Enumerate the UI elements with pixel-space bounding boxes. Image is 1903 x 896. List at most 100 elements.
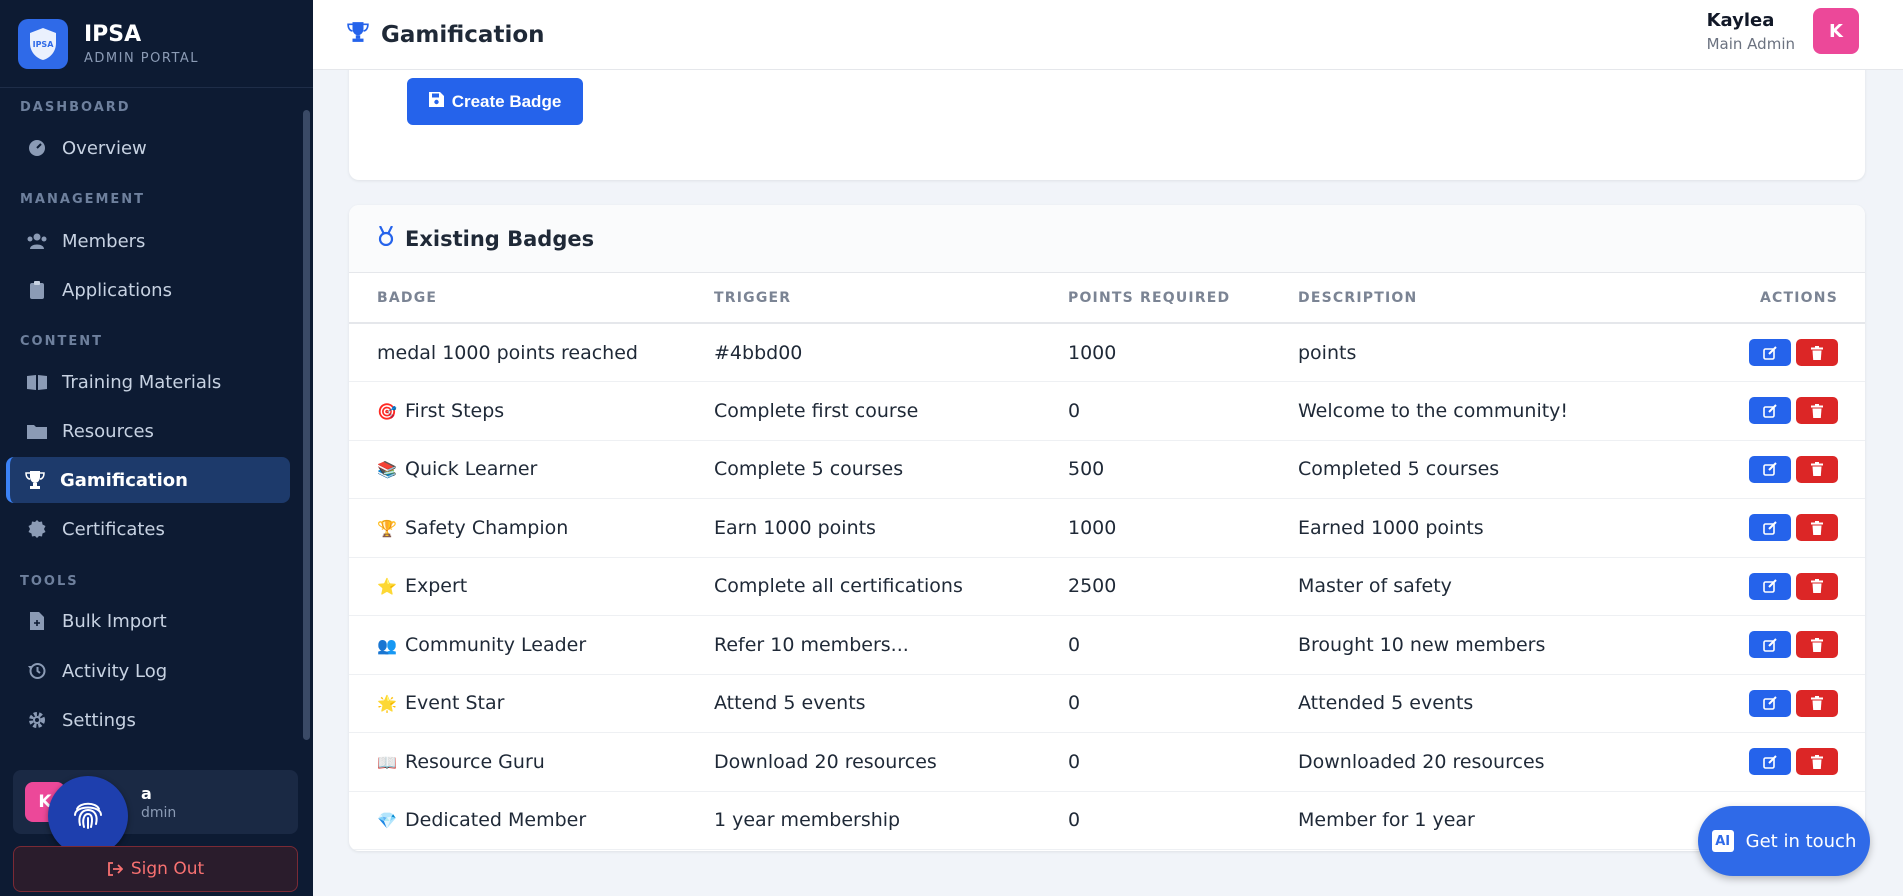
- badge-points: 0: [1068, 674, 1298, 733]
- delete-button[interactable]: [1796, 397, 1838, 425]
- badge-name: First Steps: [405, 399, 505, 422]
- badge-points: 1000: [1068, 323, 1298, 382]
- edit-icon: [1763, 404, 1777, 418]
- column-header-trigger[interactable]: TRIGGER: [714, 273, 1068, 324]
- edit-icon: [1763, 462, 1777, 477]
- sidebar-item-certificates[interactable]: Certificates: [6, 506, 290, 552]
- brand[interactable]: IPSA IPSA ADMIN PORTAL: [0, 0, 313, 88]
- table-row: 🌟 Event Star Attend 5 events 0 Attended 5…: [349, 674, 1865, 733]
- sidebar-scrollbar[interactable]: [303, 110, 310, 740]
- sidebar-item-resources[interactable]: Resources: [6, 408, 290, 454]
- fingerprint-button[interactable]: [48, 776, 128, 856]
- table-row: medal 1000 points reached #4bbd00 1000 p…: [349, 323, 1865, 382]
- delete-button[interactable]: [1796, 748, 1838, 776]
- save-icon: [428, 91, 444, 112]
- edit-icon: [1763, 638, 1777, 652]
- badges-table: BADGE TRIGGER POINTS REQUIRED DESCRIPTIO…: [349, 273, 1865, 850]
- trash-icon: [1811, 579, 1823, 594]
- badge-name: Expert: [405, 575, 468, 598]
- delete-button[interactable]: [1796, 689, 1838, 717]
- table-row: 📖 Resource Guru Download 20 resources 0 D…: [349, 732, 1865, 792]
- column-header-actions: ACTIONS: [1718, 273, 1865, 324]
- delete-button[interactable]: [1796, 339, 1838, 366]
- edit-button[interactable]: [1749, 748, 1791, 776]
- section-label-content: CONTENT: [20, 334, 103, 349]
- table-row: 🏆 Safety Champion Earn 1000 points 1000 E…: [349, 498, 1865, 558]
- sidebar-item-settings[interactable]: Settings: [6, 697, 290, 743]
- badge-emoji-icon: 📚: [377, 460, 397, 480]
- section-label-tools: TOOLS: [20, 574, 79, 589]
- sidebar-item-training-materials[interactable]: Training Materials: [6, 359, 290, 405]
- trash-icon: [1811, 345, 1823, 360]
- section-label-dashboard: DASHBOARD: [20, 100, 131, 115]
- edit-button[interactable]: [1749, 631, 1791, 659]
- edit-button[interactable]: [1749, 339, 1791, 366]
- clipboard-icon: [26, 279, 48, 301]
- sidebar-item-gamification[interactable]: Gamification: [6, 457, 290, 503]
- edit-button[interactable]: [1749, 397, 1791, 425]
- badge-trigger: Complete 5 courses: [714, 440, 1068, 499]
- edit-icon: [1763, 696, 1777, 711]
- trash-icon: [1811, 696, 1823, 711]
- badge-description: Member for 1 year: [1298, 791, 1718, 850]
- file-import-icon: [26, 610, 48, 632]
- badge-name: medal 1000 points reached: [377, 341, 638, 364]
- sidebar-item-applications[interactable]: Applications: [6, 267, 290, 313]
- edit-icon: [1763, 579, 1777, 594]
- column-header-points-required[interactable]: POINTS REQUIRED: [1068, 273, 1298, 324]
- sidebar: IPSA IPSA ADMIN PORTAL DASHBOARD Overvie…: [0, 0, 313, 896]
- sidebar-item-label: Training Materials: [62, 371, 222, 393]
- create-badge-button[interactable]: Create Badge: [407, 78, 583, 125]
- medal-icon: [377, 225, 395, 251]
- header-user-menu[interactable]: Kaylea Main Admin K: [1707, 8, 1859, 54]
- sidebar-item-members[interactable]: Members: [6, 218, 290, 264]
- badge-description: Downloaded 20 resources: [1298, 732, 1718, 792]
- sidebar-item-overview[interactable]: Overview: [6, 125, 290, 171]
- badge-name: Dedicated Member: [405, 809, 587, 832]
- badge-description: Attended 5 events: [1298, 674, 1718, 733]
- sidebar-item-label: Settings: [62, 709, 136, 731]
- badge-name: Quick Learner: [405, 458, 538, 481]
- gauge-icon: [26, 137, 48, 159]
- section-label-management: MANAGEMENT: [20, 192, 146, 207]
- edit-button[interactable]: [1749, 689, 1791, 717]
- create-badge-card: Create Badge: [349, 60, 1865, 180]
- column-header-description[interactable]: DESCRIPTION: [1298, 273, 1718, 324]
- get-in-touch-button[interactable]: AI Get in touch: [1698, 806, 1870, 876]
- badge-description: Completed 5 courses: [1298, 440, 1718, 499]
- badge-trigger: Attend 5 events: [714, 674, 1068, 733]
- edit-button[interactable]: [1749, 572, 1791, 600]
- existing-badges-title: Existing Badges: [405, 226, 595, 251]
- trash-icon: [1811, 754, 1823, 769]
- delete-button[interactable]: [1796, 514, 1838, 542]
- sidebar-item-label: Activity Log: [62, 660, 168, 682]
- sidebar-item-label: Certificates: [62, 518, 165, 540]
- badge-name: Event Star: [405, 692, 505, 715]
- trophy-icon: [24, 469, 46, 491]
- badge-name: Community Leader: [405, 633, 587, 656]
- trophy-icon: [347, 21, 369, 48]
- brand-title: IPSA: [84, 21, 142, 47]
- badge-trigger: Earn 1000 points: [714, 498, 1068, 558]
- delete-button[interactable]: [1796, 455, 1838, 483]
- page-title: Gamification: [381, 21, 545, 48]
- sidebar-item-bulk-import[interactable]: Bulk Import: [6, 598, 290, 644]
- edit-button[interactable]: [1749, 514, 1791, 542]
- column-header-badge[interactable]: BADGE: [349, 273, 714, 324]
- edit-button[interactable]: [1749, 455, 1791, 483]
- sign-out-button[interactable]: Sign Out: [13, 846, 298, 892]
- folder-icon: [26, 420, 48, 442]
- brand-subtitle: ADMIN PORTAL: [84, 50, 200, 66]
- badge-trigger: #4bbd00: [714, 323, 1068, 382]
- sidebar-item-activity-log[interactable]: Activity Log: [6, 648, 290, 694]
- sidebar-item-label: Gamification: [60, 469, 188, 491]
- badge-name: Safety Champion: [405, 516, 569, 539]
- badge-points: 0: [1068, 615, 1298, 675]
- edit-icon: [1763, 521, 1777, 535]
- delete-button[interactable]: [1796, 572, 1838, 600]
- avatar: K: [1813, 8, 1859, 54]
- table-header-row: BADGE TRIGGER POINTS REQUIRED DESCRIPTIO…: [349, 273, 1865, 324]
- badge-trigger: Complete all certifications: [714, 557, 1068, 616]
- sidebar-item-label: Overview: [62, 137, 147, 159]
- delete-button[interactable]: [1796, 631, 1838, 659]
